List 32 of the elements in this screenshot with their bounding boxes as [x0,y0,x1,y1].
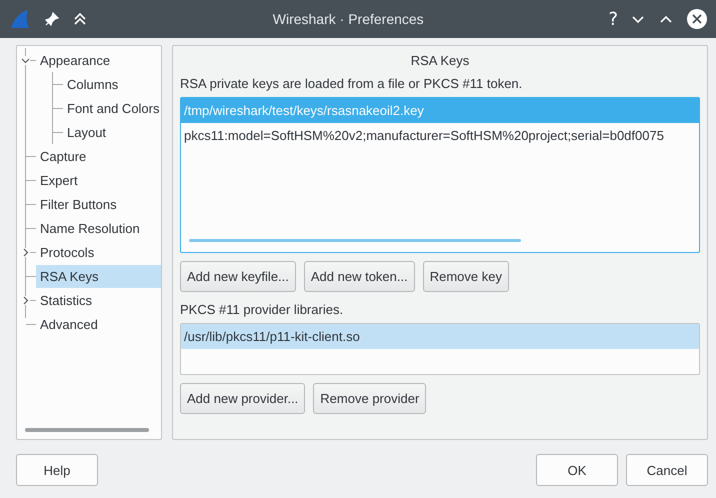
tree-item[interactable]: Capture [36,144,161,168]
tree-item[interactable]: Name Resolution [36,216,161,240]
scrollbar[interactable] [25,428,149,432]
key-button[interactable]: Add new token... [304,261,415,292]
scrollbar[interactable] [189,239,521,242]
tree-item[interactable]: Font and Colors [63,96,164,120]
tree-item[interactable]: Filter Buttons [36,192,161,216]
tree-item[interactable]: Statistics [36,288,161,312]
cancel-button[interactable]: Cancel [626,454,708,486]
window-title: Wireshark · Preferences [272,11,425,27]
help-button[interactable]: Help [16,454,98,486]
tree-item[interactable]: Advanced [36,312,161,336]
key-entry[interactable]: pkcs11:model=SoftHSM%20v2;manufacturer=SoftHSM%20project;serial=b0df0075 [181,123,699,148]
tree-item[interactable]: Expert [36,168,161,192]
tree-item[interactable]: Appearance [36,48,161,72]
provider-button[interactable]: Add new provider... [180,383,306,414]
provider-entry[interactable]: /usr/lib/pkcs11/p11-kit-client.so [181,324,699,349]
keep-above-icon[interactable] [72,11,88,27]
help-button[interactable]: ? [608,8,618,30]
ok-button[interactable]: OK [536,454,618,486]
key-button[interactable]: Add new keyfile... [180,261,296,292]
provider-button[interactable]: Remove provider [313,383,426,414]
tree-item[interactable]: Layout [63,120,161,144]
tree-item[interactable]: Columns [63,72,161,96]
pin-icon[interactable] [44,11,60,27]
panel-title: RSA Keys [410,52,470,70]
close-icon[interactable] [686,8,708,30]
providers-description: PKCS #11 provider libraries. [180,301,344,319]
tree-item[interactable]: RSA Keys [36,264,161,288]
tree-item[interactable]: Protocols [36,240,161,264]
keys-description: RSA private keys are loaded from a file or PKCS #11 token. [180,75,524,93]
key-button[interactable]: Remove key [422,261,509,292]
